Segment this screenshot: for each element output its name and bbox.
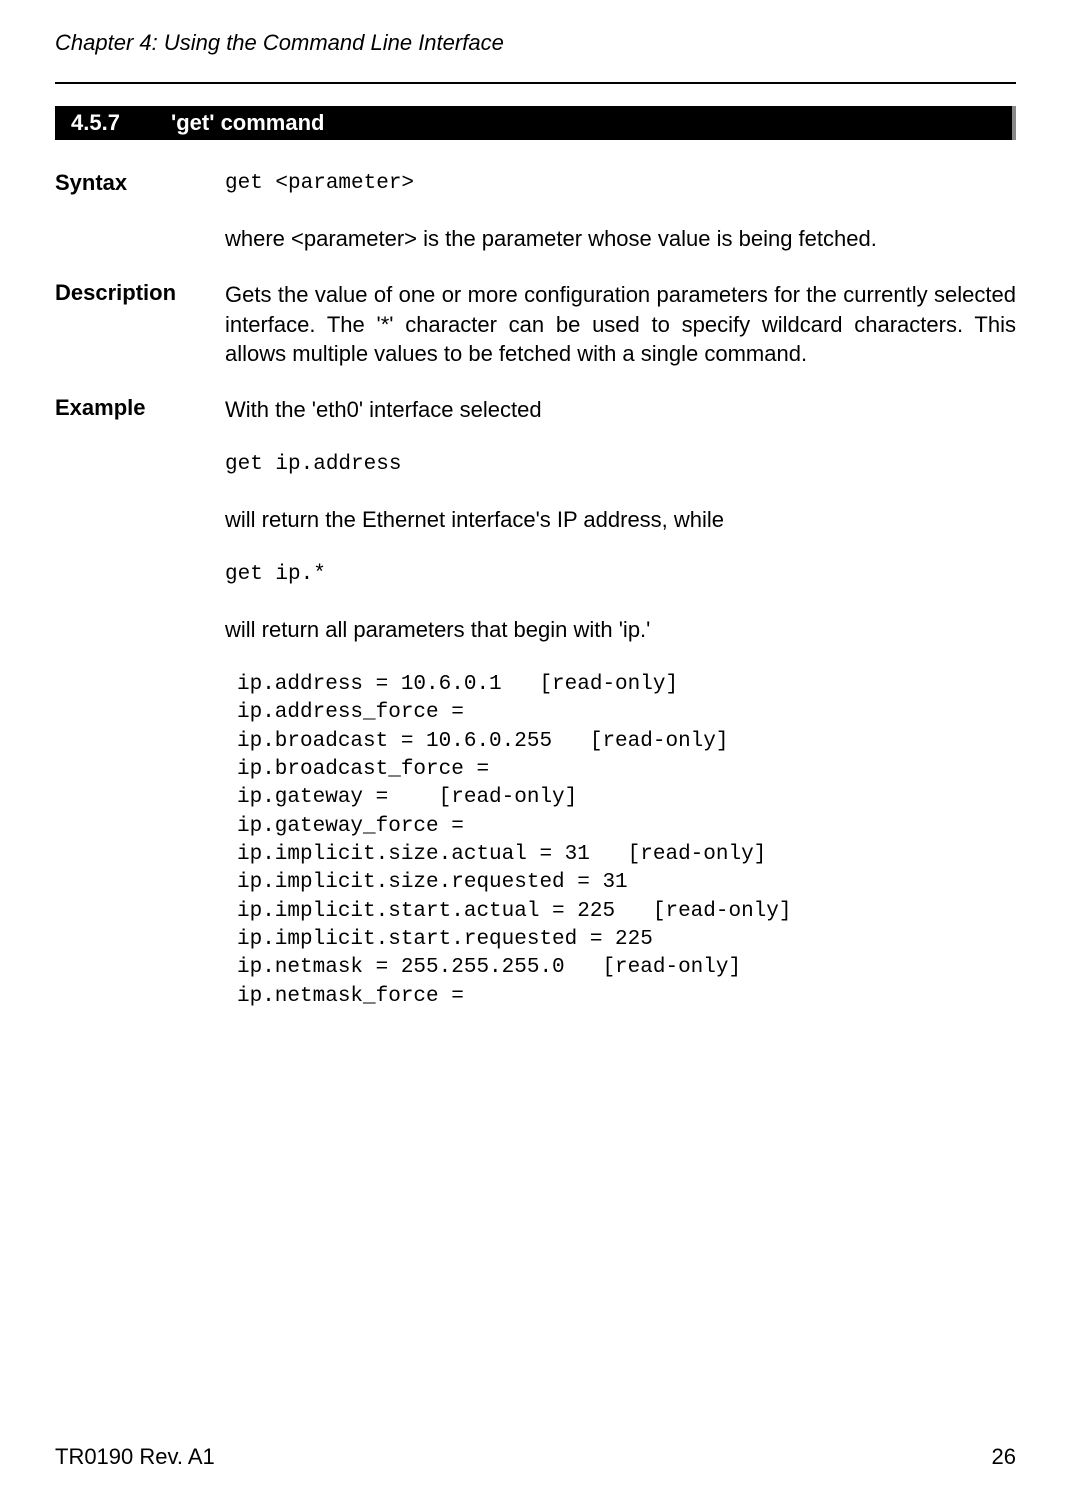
page-footer: TR0190 Rev. A1 26 [55,1444,1016,1470]
example-cmd1: get ip.address [225,451,1016,479]
description-text: Gets the value of one or more configurat… [225,280,1016,369]
footer-right: 26 [992,1444,1016,1470]
syntax-code: get <parameter> [225,170,1016,198]
example-intro: With the 'eth0' interface selected [225,395,1016,425]
header-rule [55,82,1016,84]
section-number: 4.5.7 [59,110,171,136]
example-cmd2: get ip.* [225,561,1016,589]
footer-left: TR0190 Rev. A1 [55,1444,215,1470]
syntax-row: Syntax get <parameter> where <parameter>… [55,170,1016,254]
example-output: ip.address = 10.6.0.1 [read-only] ip.add… [225,671,1016,1011]
chapter-header: Chapter 4: Using the Command Line Interf… [55,30,1016,62]
section-heading: 4.5.7 'get' command [55,106,1016,140]
example-result2: will return all parameters that begin wi… [225,615,1016,645]
description-label: Description [55,280,225,306]
example-result1: will return the Ethernet interface's IP … [225,505,1016,535]
example-row: Example With the 'eth0' interface select… [55,395,1016,1011]
syntax-desc: where <parameter> is the parameter whose… [225,224,1016,254]
description-row: Description Gets the value of one or mor… [55,280,1016,369]
syntax-label: Syntax [55,170,225,196]
section-title: 'get' command [171,110,324,136]
example-label: Example [55,395,225,421]
